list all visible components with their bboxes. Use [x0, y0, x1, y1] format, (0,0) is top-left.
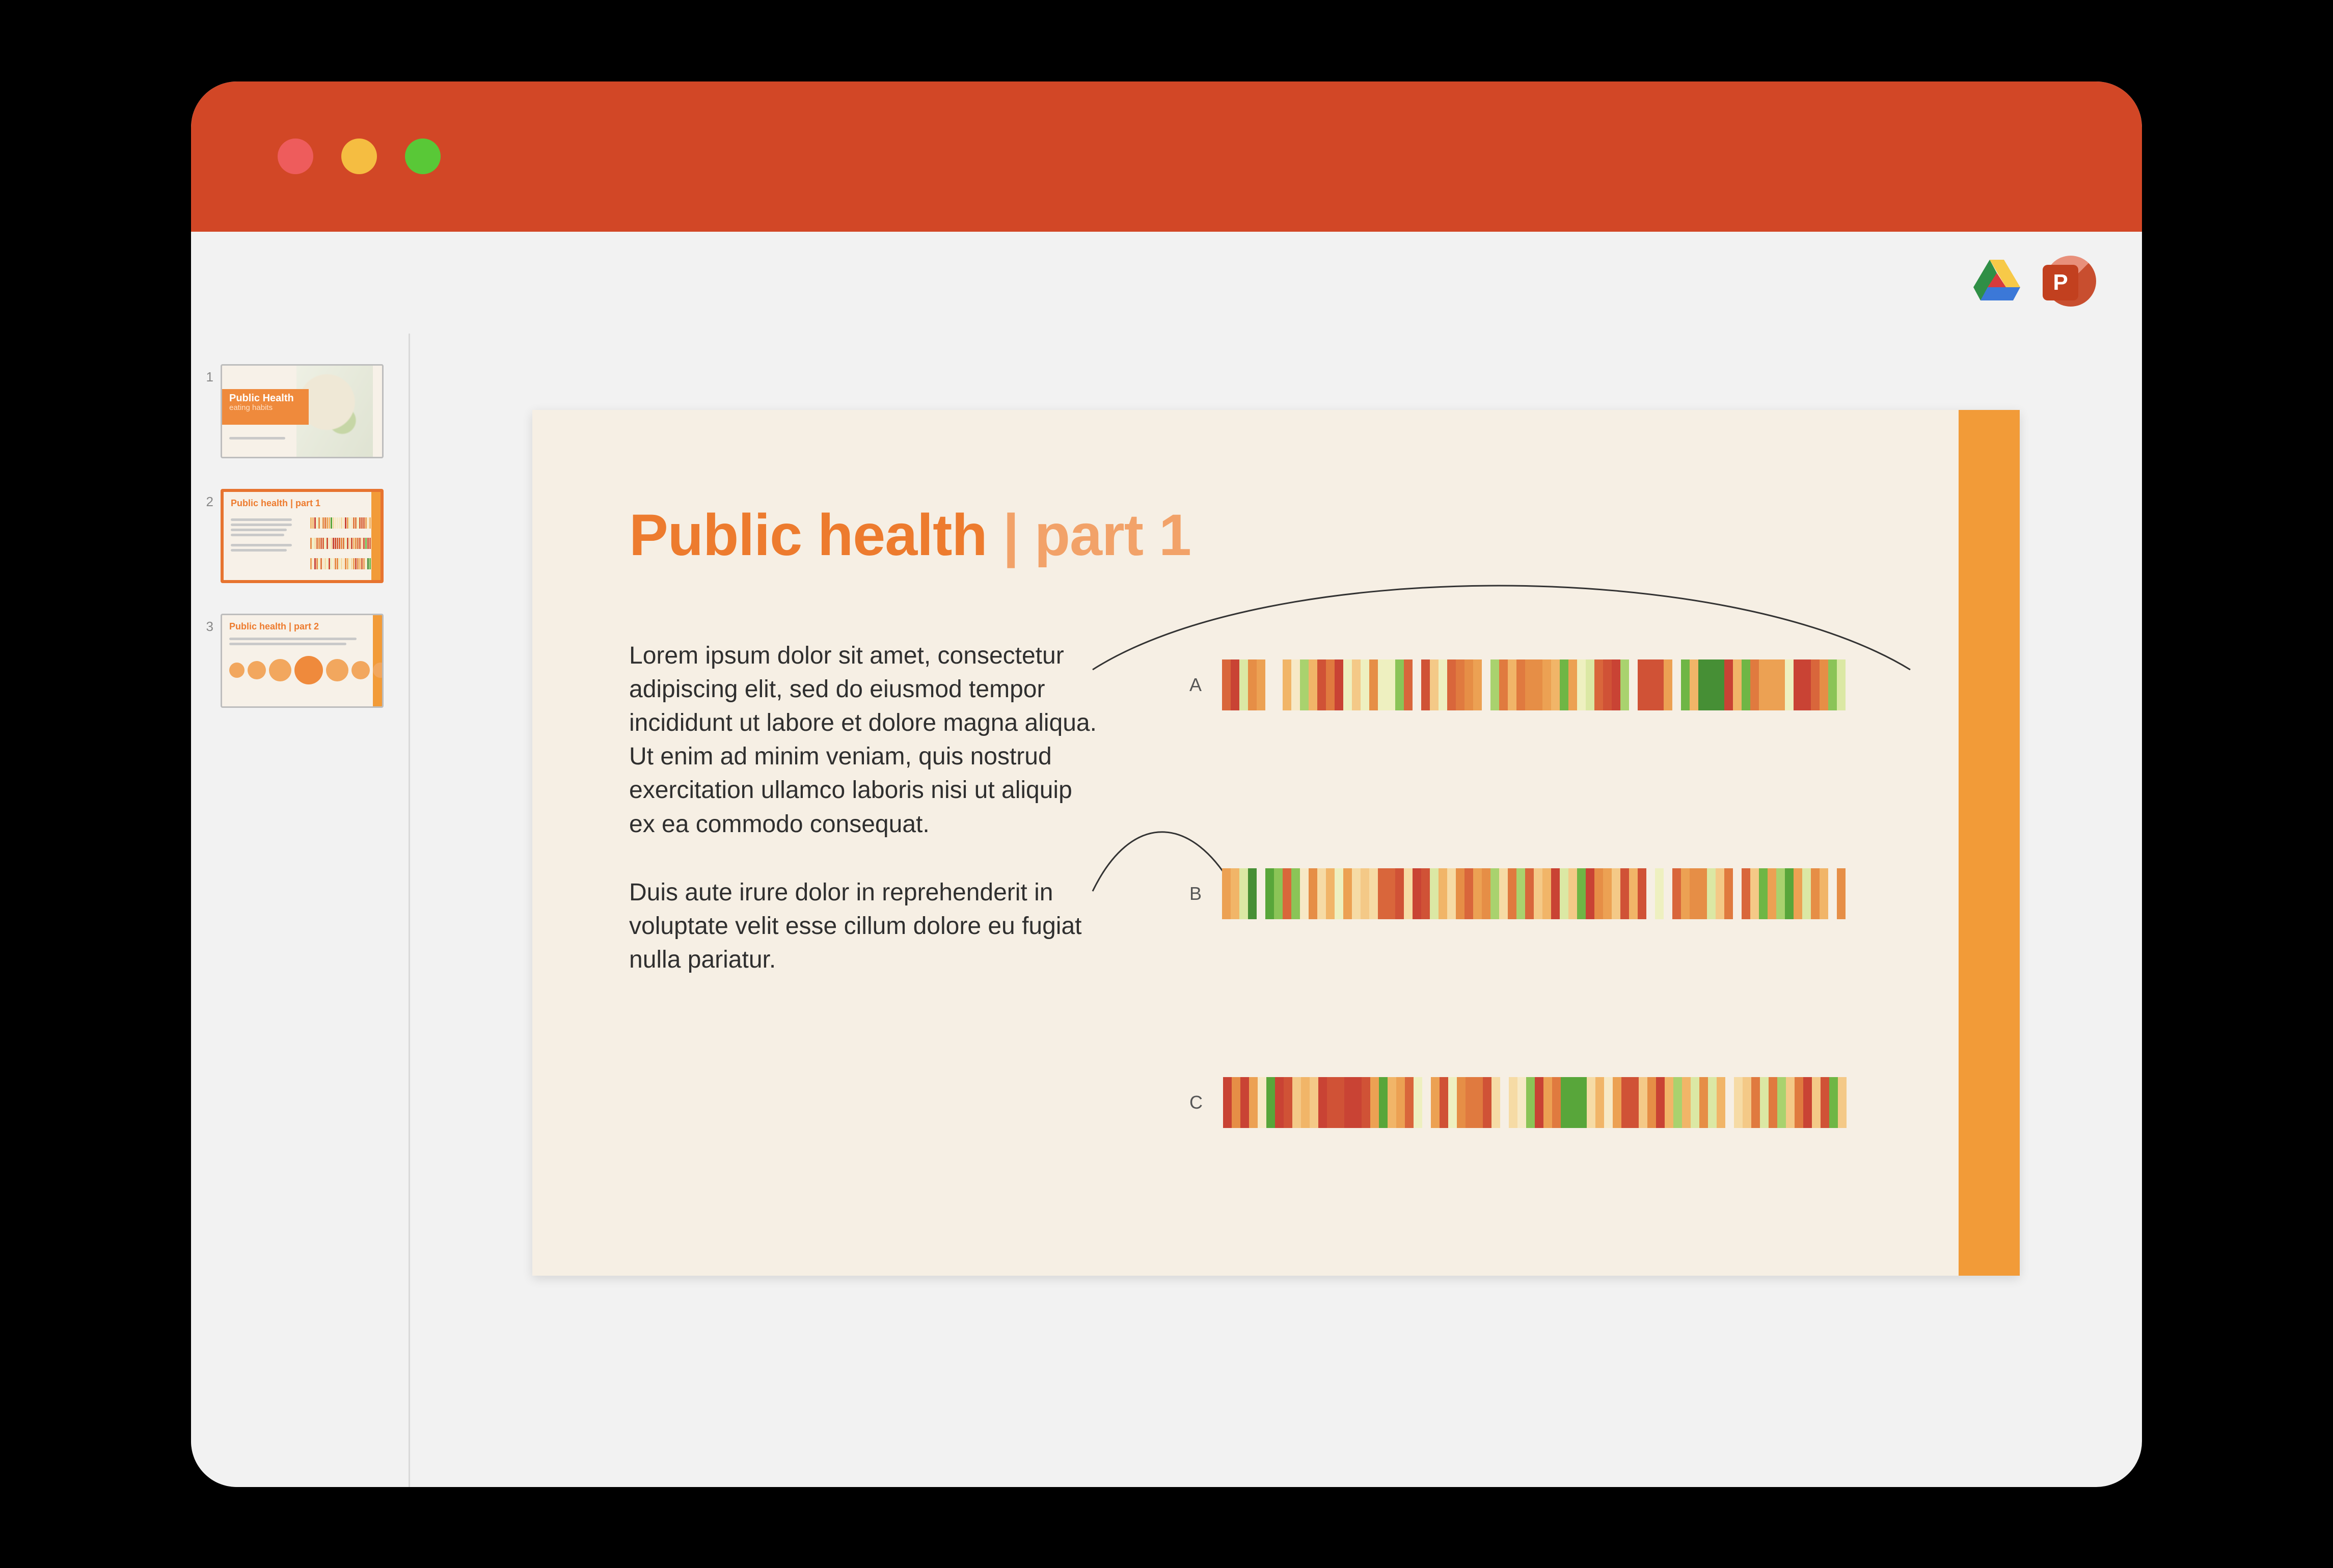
thumbnail-number: 1 — [201, 364, 213, 385]
titlebar — [191, 81, 2142, 232]
slide-paragraph: Duis aute irure dolor in reprehenderit i… — [629, 876, 1098, 977]
row-label: C — [1189, 1092, 1203, 1113]
barcode-chart — [1222, 659, 1846, 710]
barcode-chart — [1222, 868, 1846, 919]
slide-stage: Public health | part 1 Lorem ipsum dolor… — [410, 334, 2142, 1487]
thumbnail-preview: Public health | part 1 — [221, 489, 384, 583]
toolbar: P — [191, 232, 2142, 334]
thumbnail-preview: Public Health eating habits — [221, 364, 384, 458]
workspace: 1 Public Health eating habits 2 Public h… — [191, 334, 2142, 1487]
maximize-icon[interactable] — [405, 139, 441, 174]
row-label: B — [1189, 883, 1202, 904]
data-row: C — [1189, 1077, 1847, 1128]
app-window: P 1 Public Health eating habits 2 — [191, 81, 2142, 1487]
powerpoint-icon[interactable]: P — [2043, 256, 2096, 309]
thumbnail-title: Public health | part 1 — [231, 498, 320, 509]
thumbnail-item[interactable]: 1 Public Health eating habits — [201, 364, 393, 458]
thumbnail-item[interactable]: 2 Public health | part 1 — [201, 489, 393, 583]
minimize-icon[interactable] — [341, 139, 377, 174]
thumbnail-subtitle: eating habits — [229, 403, 309, 412]
slide-paragraph: Lorem ipsum dolor sit amet, consectetur … — [629, 639, 1098, 841]
accent-bar — [1959, 410, 2020, 1276]
thumbnail-title: Public health | part 2 — [229, 621, 319, 632]
slide-title: Public health | part 1 — [629, 502, 1191, 569]
row-label: A — [1189, 674, 1202, 696]
slide[interactable]: Public health | part 1 Lorem ipsum dolor… — [532, 410, 2020, 1276]
barcode-chart — [1223, 1077, 1847, 1128]
thumbnail-panel: 1 Public Health eating habits 2 Public h… — [191, 334, 410, 1487]
thumbnail-title: Public Health — [229, 393, 309, 403]
data-row: B — [1189, 868, 1846, 919]
data-row: A — [1189, 659, 1846, 710]
thumbnail-number: 3 — [201, 614, 213, 635]
thumbnail-preview: Public health | part 2 — [221, 614, 384, 708]
thumbnail-number: 2 — [201, 489, 213, 510]
thumbnail-item[interactable]: 3 Public health | part 2 — [201, 614, 393, 708]
close-icon[interactable] — [278, 139, 313, 174]
google-drive-icon[interactable] — [1971, 256, 2022, 309]
